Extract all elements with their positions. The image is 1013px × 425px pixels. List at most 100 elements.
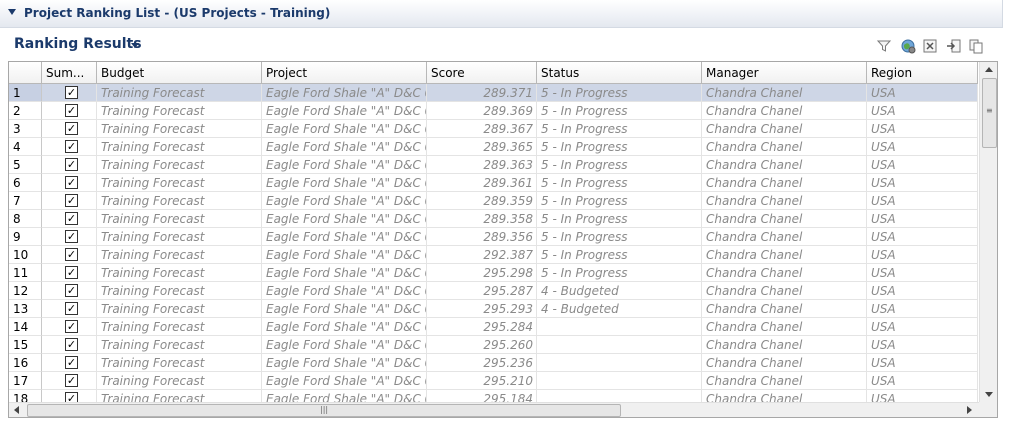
manager-cell: Chandra Chanel	[702, 246, 867, 264]
section-header[interactable]: Project Ranking List - (US Projects - Tr…	[0, 0, 1003, 28]
summary-checkbox[interactable]: ✓	[65, 338, 78, 351]
budget-cell: Training Forecast	[97, 102, 262, 120]
region-cell: USA	[867, 84, 978, 102]
summary-cell: ✓	[42, 246, 97, 264]
row-number: 6	[9, 174, 42, 192]
copy-icon[interactable]	[968, 38, 984, 54]
table-row[interactable]: 9 ✓ Training Forecast Eagle Ford Shale "A" …	[9, 228, 978, 246]
summary-checkbox[interactable]: ✓	[65, 374, 78, 387]
filter-icon[interactable]	[876, 38, 892, 54]
manager-cell: Chandra Chanel	[702, 264, 867, 282]
scroll-up-icon[interactable]	[985, 67, 993, 72]
summary-cell: ✓	[42, 264, 97, 282]
globe-icon[interactable]	[900, 38, 916, 54]
summary-checkbox[interactable]: ✓	[65, 140, 78, 153]
summary-cell: ✓	[42, 120, 97, 138]
table-row[interactable]: 5 ✓ Training Forecast Eagle Ford Shale "A" …	[9, 156, 978, 174]
summary-checkbox[interactable]: ✓	[65, 302, 78, 315]
summary-checkbox[interactable]: ✓	[65, 320, 78, 333]
column-header[interactable]: Project	[262, 62, 427, 84]
status-cell: 5 - In Progress	[537, 156, 702, 174]
summary-checkbox[interactable]: ✓	[65, 266, 78, 279]
table-row[interactable]: 15 ✓ Training Forecast Eagle Ford Shale "A"…	[9, 336, 978, 354]
chevron-down-icon[interactable]	[131, 43, 139, 48]
summary-checkbox[interactable]: ✓	[65, 284, 78, 297]
project-cell: Eagle Ford Shale "A" D&C 0...	[262, 264, 427, 282]
region-cell: USA	[867, 354, 978, 372]
table-row[interactable]: 16 ✓ Training Forecast Eagle Ford Shale "A"…	[9, 354, 978, 372]
summary-checkbox[interactable]: ✓	[65, 194, 78, 207]
score-cell: 295.236	[427, 354, 537, 372]
row-number-header[interactable]	[9, 62, 42, 84]
budget-cell: Training Forecast	[97, 210, 262, 228]
project-cell: Eagle Ford Shale "A" D&C 0...	[262, 138, 427, 156]
row-number: 13	[9, 300, 42, 318]
score-cell: 289.363	[427, 156, 537, 174]
summary-checkbox[interactable]: ✓	[65, 104, 78, 117]
excel-export-icon[interactable]	[922, 38, 938, 54]
table-row[interactable]: 14 ✓ Training Forecast Eagle Ford Shale "A"…	[9, 318, 978, 336]
summary-checkbox[interactable]: ✓	[65, 86, 78, 99]
table-row[interactable]: 2 ✓ Training Forecast Eagle Ford Shale "A" …	[9, 102, 978, 120]
table-row[interactable]: 8 ✓ Training Forecast Eagle Ford Shale "A" …	[9, 210, 978, 228]
table-row[interactable]: 13 ✓ Training Forecast Eagle Ford Shale "A"…	[9, 300, 978, 318]
summary-checkbox[interactable]: ✓	[65, 122, 78, 135]
manager-cell: Chandra Chanel	[702, 174, 867, 192]
table-row[interactable]: 4 ✓ Training Forecast Eagle Ford Shale "A" …	[9, 138, 978, 156]
budget-cell: Training Forecast	[97, 84, 262, 102]
summary-cell: ✓	[42, 138, 97, 156]
scroll-left-icon[interactable]	[14, 406, 19, 414]
region-cell: USA	[867, 156, 978, 174]
project-cell: Eagle Ford Shale "A" D&C 0...	[262, 174, 427, 192]
status-cell: 5 - In Progress	[537, 138, 702, 156]
collapse-triangle-icon[interactable]	[8, 9, 16, 15]
table-row[interactable]: 10 ✓ Training Forecast Eagle Ford Shale "A"…	[9, 246, 978, 264]
project-cell: Eagle Ford Shale "A" D&C 0...	[262, 318, 427, 336]
budget-cell: Training Forecast	[97, 192, 262, 210]
horizontal-scroll-thumb[interactable]: |||	[27, 404, 621, 417]
summary-checkbox[interactable]: ✓	[65, 356, 78, 369]
grip-icon: ≡	[986, 106, 993, 115]
status-cell	[537, 354, 702, 372]
manager-cell: Chandra Chanel	[702, 84, 867, 102]
column-header[interactable]: Region	[867, 62, 978, 84]
vertical-scrollbar[interactable]: ≡	[979, 62, 997, 402]
table-row[interactable]: 17 ✓ Training Forecast Eagle Ford Shale "A"…	[9, 372, 978, 390]
status-cell	[537, 372, 702, 390]
row-number: 7	[9, 192, 42, 210]
status-cell: 5 - In Progress	[537, 192, 702, 210]
summary-checkbox[interactable]: ✓	[65, 176, 78, 189]
table-row[interactable]: 6 ✓ Training Forecast Eagle Ford Shale "A" …	[9, 174, 978, 192]
vertical-scroll-thumb[interactable]: ≡	[982, 78, 997, 148]
table-row[interactable]: 11 ✓ Training Forecast Eagle Ford Shale "A"…	[9, 264, 978, 282]
column-header[interactable]: Sum...	[42, 62, 97, 84]
scroll-right-icon[interactable]	[967, 406, 972, 414]
summary-cell: ✓	[42, 372, 97, 390]
ranking-results-title[interactable]: Ranking Results	[14, 36, 142, 52]
budget-cell: Training Forecast	[97, 282, 262, 300]
summary-cell: ✓	[42, 102, 97, 120]
column-header[interactable]: Status	[537, 62, 702, 84]
table-row[interactable]: 3 ✓ Training Forecast Eagle Ford Shale "A" …	[9, 120, 978, 138]
column-header[interactable]: Manager	[702, 62, 867, 84]
region-cell: USA	[867, 264, 978, 282]
summary-checkbox[interactable]: ✓	[65, 230, 78, 243]
column-header[interactable]: Budget	[97, 62, 262, 84]
score-cell: 295.298	[427, 264, 537, 282]
table-row[interactable]: 12 ✓ Training Forecast Eagle Ford Shale "A"…	[9, 282, 978, 300]
column-header[interactable]: Score	[427, 62, 537, 84]
table-row[interactable]: 1 ✓ Training Forecast Eagle Ford Shale "A" …	[9, 84, 978, 102]
scroll-down-icon[interactable]	[985, 392, 993, 397]
summary-checkbox[interactable]: ✓	[65, 158, 78, 171]
ranking-results-table[interactable]: Sum... Budget Project Score Status Manager Reg…	[8, 61, 998, 418]
manager-cell: Chandra Chanel	[702, 138, 867, 156]
summary-cell: ✓	[42, 84, 97, 102]
table-row[interactable]: 7 ✓ Training Forecast Eagle Ford Shale "A" …	[9, 192, 978, 210]
horizontal-scrollbar[interactable]: |||	[9, 402, 979, 417]
project-cell: Eagle Ford Shale "A" D&C 0...	[262, 300, 427, 318]
status-cell	[537, 318, 702, 336]
import-icon[interactable]	[946, 38, 962, 54]
summary-checkbox[interactable]: ✓	[65, 248, 78, 261]
summary-checkbox[interactable]: ✓	[65, 212, 78, 225]
summary-cell: ✓	[42, 300, 97, 318]
